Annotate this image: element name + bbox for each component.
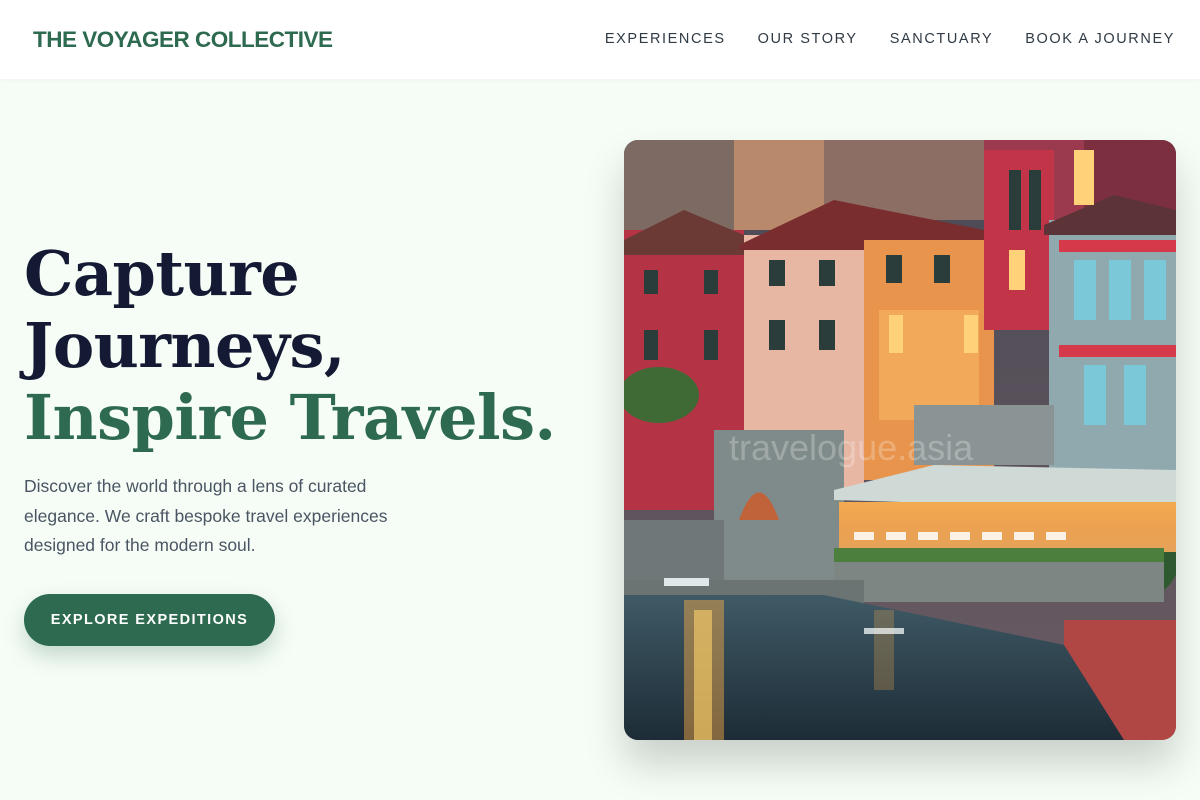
hero-headline: Capture Journeys, Inspire Travels. (24, 238, 604, 454)
headline-accent: Inspire Travels. (24, 381, 556, 454)
explore-expeditions-button[interactable]: EXPLORE EXPEDITIONS (24, 594, 275, 646)
hero-description: Discover the world through a lens of cur… (24, 476, 388, 555)
hero-image: travelogue.asia (624, 140, 1176, 740)
brand-logo[interactable]: THE VOYAGER COLLECTIVE (33, 27, 333, 53)
image-watermark: travelogue.asia (729, 427, 974, 468)
site-header: THE VOYAGER COLLECTIVE EXPERIENCES OUR S… (0, 0, 1200, 79)
nav-sanctuary[interactable]: SANCTUARY (890, 31, 994, 47)
nav-experiences[interactable]: EXPERIENCES (605, 31, 726, 47)
nav-book-a-journey[interactable]: BOOK A JOURNEY (1025, 31, 1175, 47)
headline-line-1: Capture (24, 237, 300, 310)
hero-text: Capture Journeys, Inspire Travels. Disco… (24, 238, 604, 561)
headline-line-2: Journeys, (24, 309, 345, 382)
lakeside-town-photo: travelogue.asia (624, 140, 1176, 740)
nav-our-story[interactable]: OUR STORY (758, 31, 858, 47)
main-nav: EXPERIENCES OUR STORY SANCTUARY BOOK A J… (605, 31, 1175, 47)
